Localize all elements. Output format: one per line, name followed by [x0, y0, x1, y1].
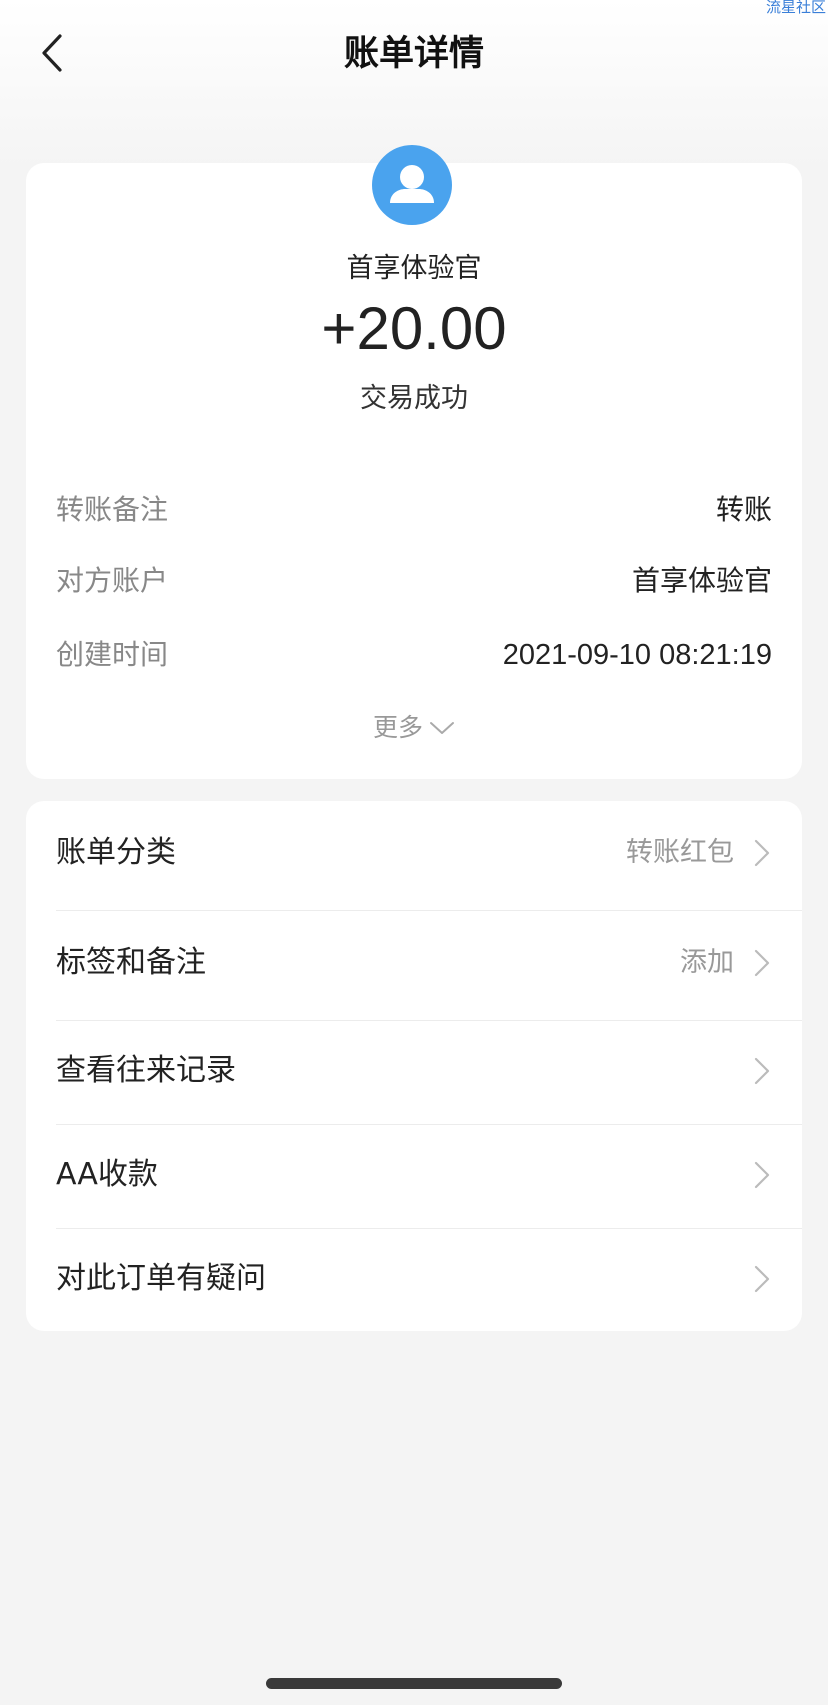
home-indicator[interactable] — [266, 1678, 562, 1689]
detail-label: 转账备注 — [56, 493, 169, 526]
menu-item-aa-collection[interactable]: AA收款 — [56, 1153, 802, 1197]
detail-label: 对方账户 — [56, 564, 169, 597]
chevron-right-icon — [752, 837, 772, 869]
divider — [56, 910, 802, 911]
bill-detail-page: 流星社区 账单详情 首享体验官 +20.00 交易成功 转账备注 转账 对方账户… — [0, 0, 828, 1705]
menu-item-label: 账单分类 — [56, 835, 176, 870]
detail-value: 2021-09-10 08:21:19 — [502, 639, 772, 671]
menu-item-value: 转账红包 — [626, 837, 734, 868]
page-title: 账单详情 — [343, 34, 484, 74]
more-toggle[interactable]: 更多 — [26, 711, 802, 745]
menu-item-label: 查看往来记录 — [56, 1053, 236, 1088]
divider — [56, 1124, 802, 1125]
menu-item-transaction-history[interactable]: 查看往来记录 — [56, 1049, 802, 1093]
divider — [56, 1228, 802, 1229]
transaction-status: 交易成功 — [360, 383, 468, 414]
actions-menu-card: 账单分类 转账红包 标签和备注 添加 查看往来记录 AA收款 对此订单有疑问 — [26, 801, 802, 1331]
header-bar: 账单详情 — [0, 0, 828, 110]
chevron-right-icon — [752, 1159, 772, 1191]
detail-row-counterparty-account: 对方账户 首享体验官 — [56, 561, 772, 601]
menu-item-order-question[interactable]: 对此订单有疑问 — [56, 1257, 802, 1301]
chevron-down-icon — [430, 722, 454, 734]
chevron-right-icon — [752, 1055, 772, 1087]
chevron-right-icon — [752, 947, 772, 979]
detail-value: 转账 — [715, 493, 772, 526]
user-avatar-icon — [372, 145, 452, 225]
counterparty-name: 首享体验官 — [346, 253, 482, 284]
transaction-summary-card: 首享体验官 +20.00 交易成功 转账备注 转账 对方账户 首享体验官 创建时… — [26, 145, 802, 779]
detail-row-transfer-note: 转账备注 转账 — [56, 490, 772, 530]
chevron-right-icon — [752, 1263, 772, 1295]
menu-item-tags-and-notes[interactable]: 标签和备注 添加 — [56, 941, 802, 985]
detail-value: 首享体验官 — [631, 564, 772, 597]
menu-item-label: 标签和备注 — [56, 945, 206, 980]
menu-item-bill-category[interactable]: 账单分类 转账红包 — [56, 831, 802, 875]
detail-label: 创建时间 — [56, 638, 169, 671]
detail-row-created-time: 创建时间 2021-09-10 08:21:19 — [56, 635, 772, 675]
menu-item-value: 添加 — [680, 947, 734, 978]
divider — [56, 1020, 802, 1021]
transaction-amount: +20.00 — [321, 295, 507, 362]
more-label: 更多 — [372, 713, 423, 742]
menu-item-label: 对此订单有疑问 — [56, 1261, 266, 1296]
menu-item-label: AA收款 — [56, 1157, 158, 1192]
